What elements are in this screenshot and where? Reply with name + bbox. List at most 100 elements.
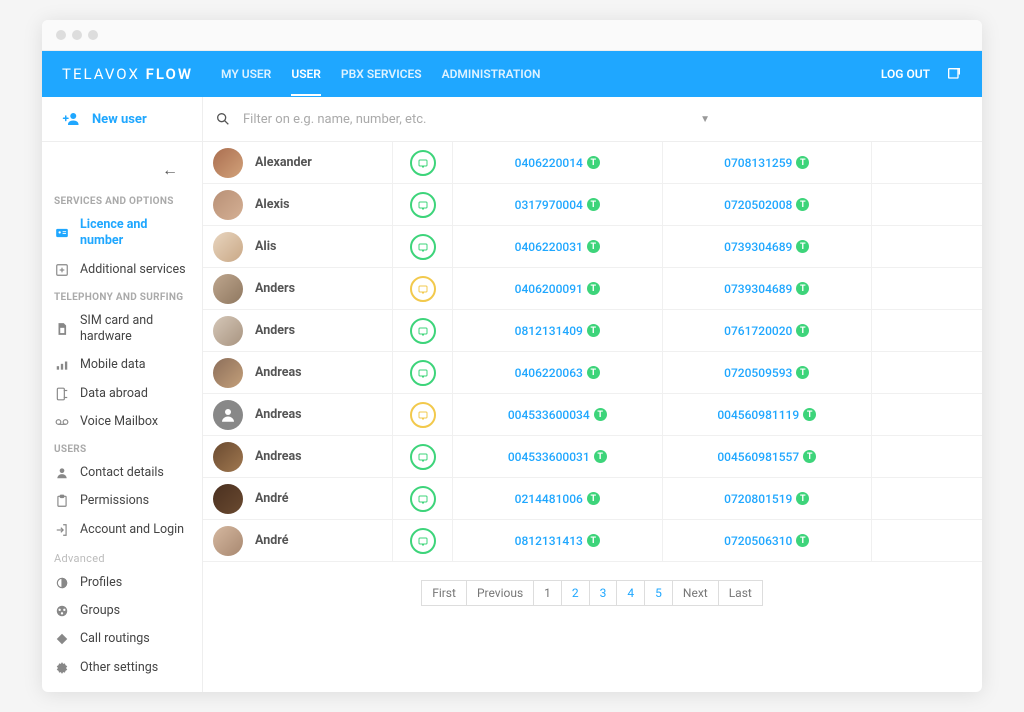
page-3[interactable]: 3: [589, 580, 618, 606]
page-first[interactable]: First: [421, 580, 467, 606]
sidebar-item-other-settings[interactable]: Other settings: [42, 654, 202, 682]
sidebar-item-profiles[interactable]: Profiles: [42, 569, 202, 597]
half-circle-icon: [54, 576, 70, 590]
number-link: 0812131413: [515, 534, 583, 548]
window-dot: [56, 30, 66, 40]
sim-card-icon: [54, 322, 70, 336]
nav-pbx-services[interactable]: PBX SERVICES: [341, 52, 422, 96]
chevron-down-icon[interactable]: ▼: [700, 114, 710, 125]
cell-number-2[interactable]: 004560981557T: [663, 436, 873, 477]
back-arrow[interactable]: ←: [42, 152, 202, 188]
id-card-icon: [54, 226, 70, 240]
cell-user[interactable]: Andreas: [203, 436, 393, 477]
cell-user[interactable]: Andreas: [203, 352, 393, 393]
cell-number-1[interactable]: 0406220063T: [453, 352, 663, 393]
logout-link[interactable]: LOG OUT: [881, 67, 930, 81]
routing-icon: [54, 632, 70, 646]
logo-text-2: FLOW: [146, 65, 193, 83]
cell-status: [393, 310, 453, 351]
sidebar-item-label: Call routings: [80, 631, 150, 647]
sidebar-item-label: Mobile data: [80, 357, 146, 373]
number-link: 0708131259: [724, 156, 792, 170]
sidebar-item-additional[interactable]: Additional services: [42, 256, 202, 284]
table-row: Andreas 004533600031T004560981557T: [203, 436, 982, 478]
cell-user[interactable]: Anders: [203, 268, 393, 309]
nav-user[interactable]: USER: [291, 52, 321, 96]
avatar: [213, 526, 243, 556]
cell-user[interactable]: Alexander: [203, 142, 393, 183]
page-1[interactable]: 1: [533, 580, 562, 606]
number-link: 004560981119: [717, 408, 799, 422]
sidebar-item-voicemail[interactable]: Voice Mailbox: [42, 408, 202, 436]
nav-my-user[interactable]: MY USER: [221, 52, 271, 96]
cell-number-2[interactable]: 0761720020T: [663, 310, 873, 351]
cell-number-1[interactable]: 0812131413T: [453, 520, 663, 561]
cell-number-2[interactable]: 0708131259T: [663, 142, 873, 183]
user-name: Anders: [255, 323, 295, 338]
cell-number-2[interactable]: 0739304689T: [663, 268, 873, 309]
sidebar-section-services: SERVICES AND OPTIONS: [42, 188, 202, 211]
sidebar-item-label: Groups: [80, 603, 120, 619]
page-previous[interactable]: Previous: [466, 580, 534, 606]
sidebar-item-label: Contact details: [80, 465, 164, 481]
search-icon: [215, 111, 231, 127]
sidebar-item-call-routings[interactable]: Call routings: [42, 625, 202, 653]
page-2[interactable]: 2: [561, 580, 590, 606]
sidebar-item-label: Permissions: [80, 493, 149, 509]
cell-number-1[interactable]: 004533600034T: [453, 394, 663, 435]
popout-icon[interactable]: [946, 66, 962, 82]
cell-number-2[interactable]: 0720801519T: [663, 478, 873, 519]
t-badge-icon: T: [587, 366, 600, 379]
cell-number-2[interactable]: 0720502008T: [663, 184, 873, 225]
cell-number-2[interactable]: 0720509593T: [663, 352, 873, 393]
table-row: André 0214481006T0720801519T: [203, 478, 982, 520]
page-last[interactable]: Last: [718, 580, 763, 606]
sidebar-item-mobile-data[interactable]: Mobile data: [42, 351, 202, 379]
bars-icon: [54, 358, 70, 372]
cell-number-1[interactable]: 0812131409T: [453, 310, 663, 351]
cell-number-2[interactable]: 0739304689T: [663, 226, 873, 267]
avatar: [213, 232, 243, 262]
cell-user[interactable]: André: [203, 478, 393, 519]
sidebar-item-data-abroad[interactable]: Data abroad: [42, 380, 202, 408]
page-next[interactable]: Next: [672, 580, 719, 606]
sidebar-item-account-login[interactable]: Account and Login: [42, 516, 202, 544]
user-name: Andreas: [255, 449, 302, 464]
sidebar-item-contact-details[interactable]: Contact details: [42, 459, 202, 487]
user-name: Alis: [255, 239, 276, 254]
nav-administration[interactable]: ADMINISTRATION: [442, 52, 541, 96]
cell-number-1[interactable]: 0406220014T: [453, 142, 663, 183]
new-user-button[interactable]: New user: [42, 98, 202, 140]
status-icon: [410, 528, 436, 554]
cell-empty: [872, 352, 982, 393]
cell-user[interactable]: Andreas: [203, 394, 393, 435]
t-badge-icon: T: [587, 492, 600, 505]
cell-number-1[interactable]: 004533600031T: [453, 436, 663, 477]
cell-number-2[interactable]: 004560981119T: [663, 394, 873, 435]
table-row: Andreas 0406220063T0720509593T: [203, 352, 982, 394]
page-4[interactable]: 4: [616, 580, 645, 606]
t-badge-icon: T: [796, 366, 809, 379]
sidebar-item-licence[interactable]: Licence and number: [42, 211, 202, 256]
cell-user[interactable]: André: [203, 520, 393, 561]
page-5[interactable]: 5: [644, 580, 673, 606]
search-container: ▼: [202, 97, 982, 141]
cell-number-2[interactable]: 0720506310T: [663, 520, 873, 561]
cell-user[interactable]: Alexis: [203, 184, 393, 225]
search-input[interactable]: [243, 97, 688, 141]
cell-number-1[interactable]: 0317970004T: [453, 184, 663, 225]
t-badge-icon: T: [587, 198, 600, 211]
cell-number-1[interactable]: 0214481006T: [453, 478, 663, 519]
sub-bar: New user ▼: [42, 97, 982, 142]
sidebar-item-sim[interactable]: SIM card and hardware: [42, 307, 202, 352]
cell-user[interactable]: Anders: [203, 310, 393, 351]
cell-number-1[interactable]: 0406200091T: [453, 268, 663, 309]
user-name: Anders: [255, 281, 295, 296]
user-name: André: [255, 533, 288, 548]
status-icon: [410, 318, 436, 344]
cell-user[interactable]: Alis: [203, 226, 393, 267]
sidebar-item-groups[interactable]: Groups: [42, 597, 202, 625]
sidebar-item-label: Voice Mailbox: [80, 414, 158, 430]
sidebar-item-permissions[interactable]: Permissions: [42, 487, 202, 515]
cell-number-1[interactable]: 0406220031T: [453, 226, 663, 267]
